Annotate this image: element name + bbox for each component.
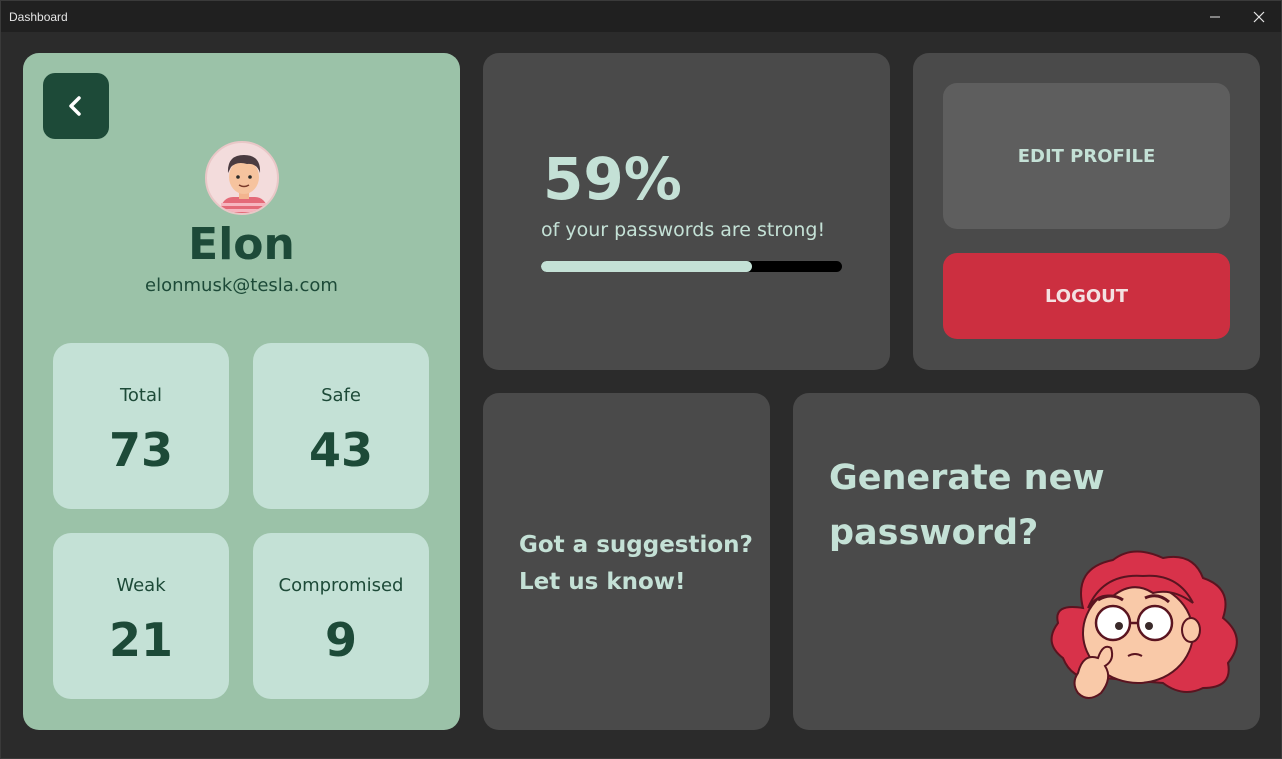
edit-profile-button[interactable]: EDIT PROFILE <box>943 83 1230 229</box>
app-window: Dashboard Elon elonmusk@tesla.com Total … <box>0 0 1282 759</box>
stat-value: 43 <box>308 423 373 477</box>
window-title: Dashboard <box>9 10 68 24</box>
strength-progress-fill <box>541 261 752 272</box>
generate-line-1: Generate new <box>829 458 1105 498</box>
generate-password-card[interactable]: Generate new password? <box>793 393 1260 730</box>
stat-label: Safe <box>321 385 361 406</box>
strength-caption: of your passwords are strong! <box>541 219 826 241</box>
thinking-girl-illustration <box>1050 550 1238 699</box>
chevron-left-icon <box>69 96 81 116</box>
stat-card-compromised: Compromised 9 <box>253 533 429 699</box>
stat-label: Weak <box>116 575 166 596</box>
strength-percent: 59% <box>543 145 682 213</box>
title-bar: Dashboard <box>1 1 1281 32</box>
stat-card-weak: Weak 21 <box>53 533 229 699</box>
stat-value: 73 <box>108 423 173 477</box>
stat-label: Compromised <box>278 575 404 596</box>
avatar-image <box>221 155 267 213</box>
suggestion-line-2: Let us know! <box>519 569 686 595</box>
stat-card-total: Total 73 <box>53 343 229 509</box>
stat-value: 9 <box>324 613 357 667</box>
avatar <box>205 141 279 215</box>
account-actions-panel: EDIT PROFILE LOGOUT <box>913 53 1260 370</box>
minimize-icon <box>1210 16 1220 17</box>
user-name: Elon <box>188 219 295 270</box>
suggestion-text: Got a suggestion? Let us know! <box>519 527 753 601</box>
user-email: elonmusk@tesla.com <box>145 275 338 296</box>
suggestion-line-1: Got a suggestion? <box>519 532 753 558</box>
suggestion-card[interactable]: Got a suggestion? Let us know! <box>483 393 770 730</box>
strength-progress-bar <box>541 261 842 272</box>
close-icon <box>1253 11 1265 22</box>
back-button[interactable] <box>43 73 109 139</box>
password-strength-panel: 59% of your passwords are strong! <box>483 53 890 370</box>
stat-card-safe: Safe 43 <box>253 343 429 509</box>
profile-panel: Elon elonmusk@tesla.com Total 73 Safe 43… <box>23 53 460 730</box>
minimize-button[interactable] <box>1193 1 1237 32</box>
stat-value: 21 <box>108 613 173 667</box>
stat-label: Total <box>119 385 163 406</box>
generate-text: Generate new password? <box>829 451 1149 561</box>
close-button[interactable] <box>1237 1 1281 32</box>
logout-button[interactable]: LOGOUT <box>943 253 1230 339</box>
